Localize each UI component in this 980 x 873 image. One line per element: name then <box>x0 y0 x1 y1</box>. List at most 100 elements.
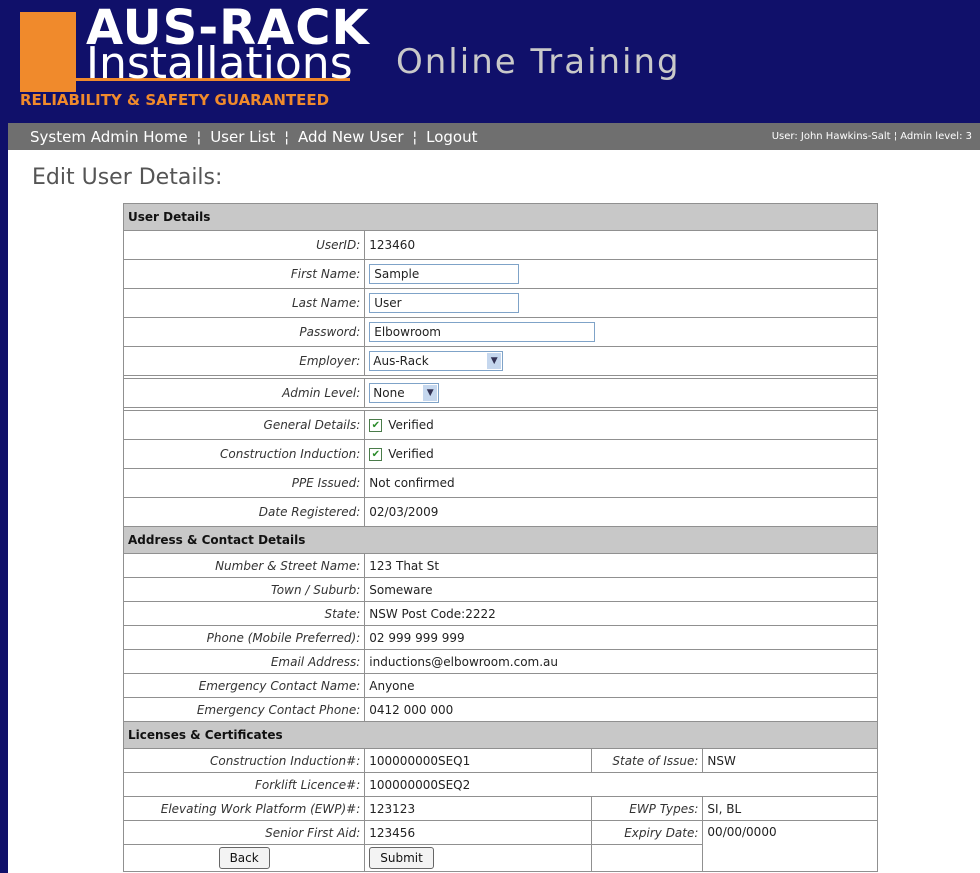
form-row: Emergency Contact Name: Anyone <box>122 673 878 698</box>
general-details-label: General Details: <box>122 410 366 440</box>
form-row: Date Registered: 02/03/2009 <box>122 497 878 527</box>
chevron-down-icon: ▼ <box>487 353 502 369</box>
edit-user-form: User Details UserID: 123460 First Name: … <box>122 203 878 872</box>
employer-label: Employer: <box>122 346 366 376</box>
section-header: Licenses & Certificates <box>123 721 878 749</box>
first-name-field[interactable]: Sample <box>369 264 520 284</box>
email-label: Email Address: <box>122 649 366 674</box>
forklift-licence-label: Forklift Licence#: <box>122 772 366 797</box>
logo-word-installations: Installations <box>86 38 353 89</box>
form-row: UserID: 123460 <box>122 230 878 260</box>
nav-add-new-user-link[interactable]: Add New User <box>298 128 403 146</box>
employer-selected-value: Aus-Rack <box>373 354 429 368</box>
form-row: First Name: Sample <box>122 259 878 289</box>
emergency-phone-value: 0412 000 000 <box>364 697 878 722</box>
ewp-label: Elevating Work Platform (EWP)#: <box>122 796 366 821</box>
site-header: AUS-RACK Installations RELIABILITY & SAF… <box>8 0 980 123</box>
form-row: Email Address: inductions@elbowroom.com.… <box>122 649 878 674</box>
street-label: Number & Street Name: <box>122 553 366 578</box>
state-of-issue-value: NSW <box>702 748 878 773</box>
first-name-label: First Name: <box>122 259 366 289</box>
admin-level-selected-value: None <box>373 386 405 400</box>
date-registered-label: Date Registered: <box>122 497 366 527</box>
password-label: Password: <box>122 317 366 347</box>
site-title: Online Training <box>396 42 681 82</box>
form-row: PPE Issued: Not confirmed <box>122 468 878 498</box>
expiry-date-value: 00/00/0000 <box>702 820 878 872</box>
phone-value: 02 999 999 999 <box>364 625 878 650</box>
form-row: Elevating Work Platform (EWP)#: 123123 E… <box>122 796 878 821</box>
nav-separator: ¦ <box>196 128 202 146</box>
nav-links: System Admin Home ¦ User List ¦ Add New … <box>30 127 477 147</box>
submit-button[interactable]: Submit <box>369 847 434 869</box>
form-row: General Details: ✔ Verified <box>122 410 878 440</box>
form-row: Emergency Contact Phone: 0412 000 000 <box>122 697 878 722</box>
section-header: Address & Contact Details <box>123 526 878 554</box>
section-user-details: User Details <box>123 203 878 231</box>
town-value: Someware <box>364 577 878 602</box>
left-border <box>0 0 8 873</box>
form-row: Admin Level: None ▼ <box>122 378 878 408</box>
general-details-status: Verified <box>388 418 434 432</box>
form-row: Construction Induction: ✔ Verified <box>122 439 878 469</box>
construction-induction-checkbox[interactable]: ✔ <box>369 448 383 461</box>
nav-logout-link[interactable]: Logout <box>426 128 477 146</box>
state-of-issue-label: State of Issue: <box>590 748 704 773</box>
last-name-field[interactable]: User <box>369 293 520 313</box>
password-field[interactable]: Elbowroom <box>369 322 596 342</box>
section-licenses: Licenses & Certificates <box>123 721 878 749</box>
ewp-types-value: SI, BL <box>702 796 878 821</box>
admin-level-label: Admin Level: <box>122 378 366 408</box>
admin-level-select[interactable]: None ▼ <box>369 383 440 403</box>
construction-induction-status: Verified <box>388 447 434 461</box>
form-row: Construction Induction#: 100000000SEQ1 S… <box>122 748 878 773</box>
form-row: Town / Suburb: Someware <box>122 577 878 602</box>
userid-value: 123460 <box>364 230 878 260</box>
forklift-licence-value: 100000000SEQ2 <box>364 772 878 797</box>
emergency-name-label: Emergency Contact Name: <box>122 673 366 698</box>
form-row: State: NSW Post Code:2222 <box>122 601 878 626</box>
general-details-checkbox[interactable]: ✔ <box>369 419 383 432</box>
phone-label: Phone (Mobile Preferred): <box>122 625 366 650</box>
ewp-types-label: EWP Types: <box>590 796 704 821</box>
nav-bar: System Admin Home ¦ User List ¦ Add New … <box>8 123 980 150</box>
email-value: inductions@elbowroom.com.au <box>364 649 878 674</box>
ewp-value: 123123 <box>364 796 592 821</box>
expiry-date-label: Expiry Date: <box>590 820 704 845</box>
chevron-down-icon: ▼ <box>423 385 438 401</box>
senior-first-aid-label: Senior First Aid: <box>122 820 366 845</box>
form-row: Senior First Aid: 123456 Expiry Date: 00… <box>122 820 878 872</box>
senior-first-aid-value: 123456 <box>364 820 592 845</box>
user-info: User: John Hawkins-Salt ¦ Admin level: 3 <box>771 131 972 142</box>
nav-system-admin-home-link[interactable]: System Admin Home <box>30 128 188 146</box>
logo-tagline: RELIABILITY & SAFETY GUARANTEED <box>20 91 330 109</box>
section-address: Address & Contact Details <box>123 526 878 554</box>
form-row: Password: Elbowroom <box>122 317 878 347</box>
construction-induction-number-value: 100000000SEQ1 <box>364 748 592 773</box>
employer-select[interactable]: Aus-Rack ▼ <box>369 351 504 371</box>
ppe-value: Not confirmed <box>364 468 878 498</box>
form-row: Last Name: User <box>122 288 878 318</box>
state-value: NSW Post Code:2222 <box>364 601 878 626</box>
state-label: State: <box>122 601 366 626</box>
section-header: User Details <box>123 203 878 231</box>
nav-separator: ¦ <box>284 128 290 146</box>
page-title: Edit User Details: <box>32 165 223 190</box>
date-registered-value: 02/03/2009 <box>364 497 878 527</box>
form-row: Forklift Licence#: 100000000SEQ2 <box>122 772 878 797</box>
userid-label: UserID: <box>122 230 366 260</box>
emergency-phone-label: Emergency Contact Phone: <box>122 697 366 722</box>
form-row: Number & Street Name: 123 That St <box>122 553 878 578</box>
last-name-label: Last Name: <box>122 288 366 318</box>
form-row: Employer: Aus-Rack ▼ <box>122 346 878 376</box>
nav-separator: ¦ <box>412 128 418 146</box>
construction-induction-label: Construction Induction: <box>122 439 366 469</box>
construction-induction-number-label: Construction Induction#: <box>122 748 366 773</box>
ppe-label: PPE Issued: <box>122 468 366 498</box>
street-value: 123 That St <box>364 553 878 578</box>
nav-user-list-link[interactable]: User List <box>210 128 275 146</box>
form-row: Phone (Mobile Preferred): 02 999 999 999 <box>122 625 878 650</box>
back-button[interactable]: Back <box>218 847 270 869</box>
emergency-name-value: Anyone <box>364 673 878 698</box>
town-label: Town / Suburb: <box>122 577 366 602</box>
